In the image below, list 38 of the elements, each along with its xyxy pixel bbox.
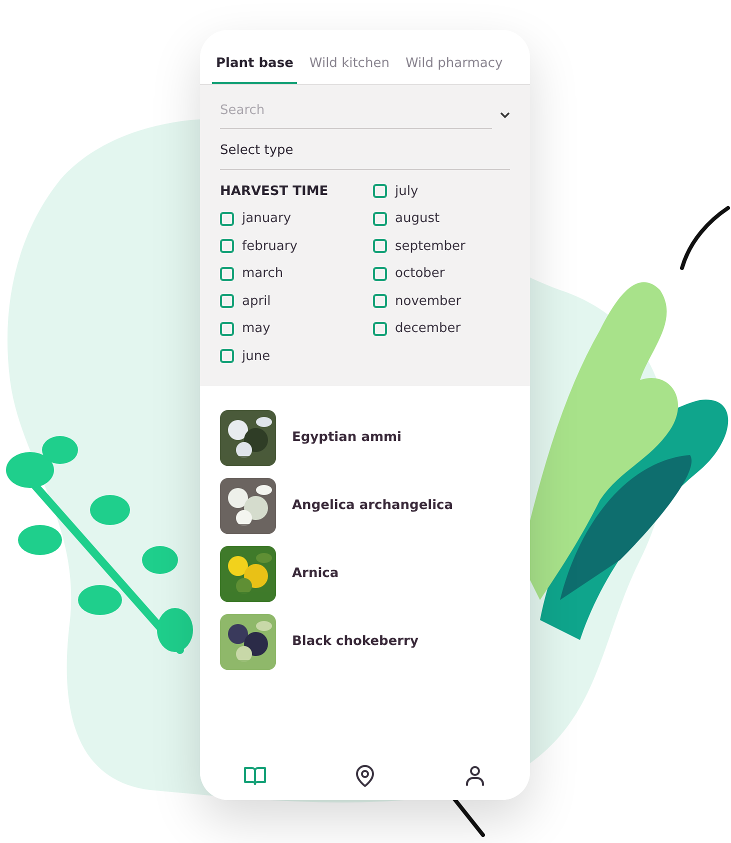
month-label: june — [242, 348, 270, 366]
month-label: february — [242, 238, 298, 256]
checkbox[interactable] — [220, 322, 234, 336]
map-pin-icon[interactable] — [353, 764, 377, 788]
checkbox[interactable] — [373, 294, 387, 308]
checkbox[interactable] — [220, 239, 234, 254]
month-label: march — [242, 265, 284, 283]
month-label: april — [242, 292, 271, 310]
month-label: august — [395, 210, 440, 228]
month-label: december — [395, 320, 461, 338]
checkbox[interactable] — [220, 266, 234, 281]
checkbox[interactable] — [373, 212, 387, 226]
plant-name[interactable]: Black chokeberry — [292, 632, 418, 652]
tab[interactable]: Wild pharmacy — [401, 54, 507, 84]
checkbox[interactable] — [220, 294, 234, 308]
pen-stroke — [680, 206, 730, 270]
month-label: november — [395, 292, 462, 310]
month-label: october — [395, 265, 445, 283]
month-label: september — [395, 238, 466, 256]
tab[interactable]: Wild kitchen — [305, 54, 394, 84]
checkbox[interactable] — [373, 322, 387, 336]
chevron-down-icon — [500, 110, 510, 119]
user-icon[interactable] — [463, 764, 487, 788]
month-label: january — [242, 210, 292, 228]
type-select[interactable]: Select type — [220, 141, 510, 170]
checkbox[interactable] — [373, 184, 387, 198]
book-icon[interactable] — [243, 764, 267, 788]
plant-name[interactable]: Egyptian ammi — [292, 428, 402, 448]
checkbox[interactable] — [373, 239, 387, 254]
plant-name[interactable]: Angelica archangelica — [292, 496, 454, 516]
checkbox[interactable] — [220, 212, 234, 226]
section-title: HARVEST TIME — [220, 182, 330, 200]
plant-name[interactable]: Arnica — [292, 564, 339, 584]
month-label: july — [395, 182, 418, 200]
checkbox[interactable] — [373, 266, 387, 281]
checkbox[interactable] — [220, 349, 234, 364]
search-field[interactable]: Search — [220, 100, 492, 129]
month-label: may — [242, 320, 270, 338]
